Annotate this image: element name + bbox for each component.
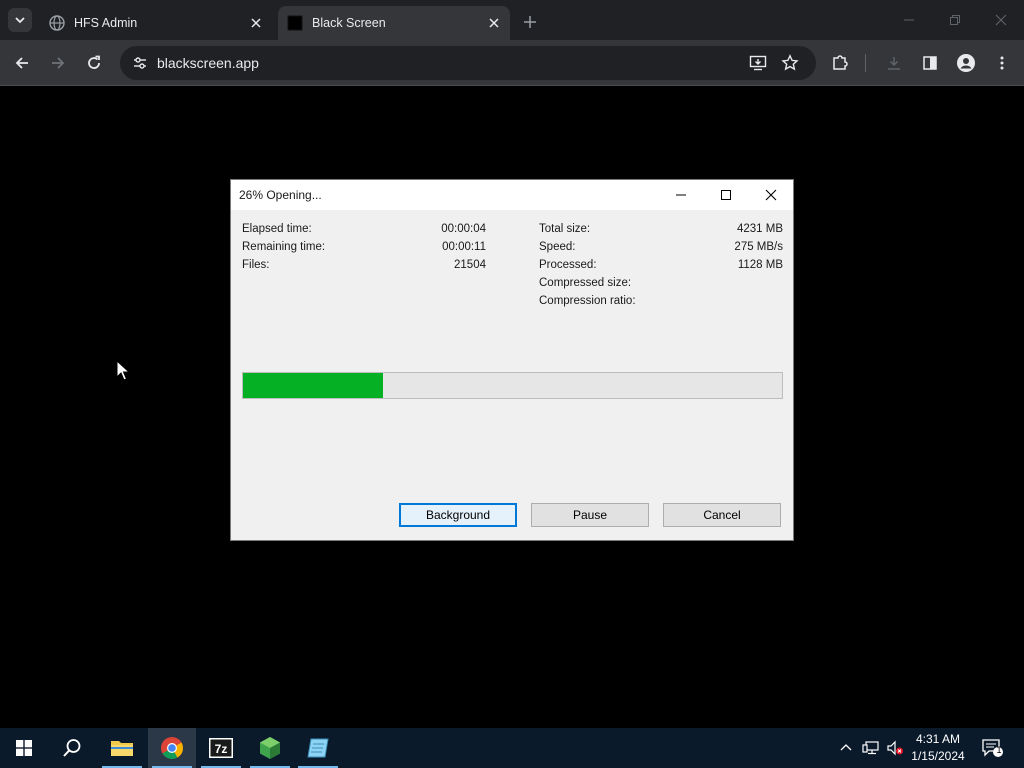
tab-title: HFS Admin [74,16,138,30]
reload-button[interactable] [80,49,108,77]
network-icon [862,741,879,755]
tab-hfs-admin[interactable]: HFS Admin [40,6,272,40]
taskbar-green-cube-app[interactable] [246,728,294,768]
windows-logo-icon [16,740,32,756]
total-size-value: 4231 MB [736,223,783,235]
speed-label: Speed: [539,241,576,253]
close-tab-icon[interactable] [484,13,504,33]
progress-bar [242,372,783,399]
elapsed-time-label: Elapsed time: [242,223,312,235]
window-minimize-button[interactable] [886,0,932,40]
chevron-up-icon [840,744,852,751]
action-center-button[interactable]: 1 [982,738,1004,758]
compression-ratio-label: Compression ratio: [539,295,636,307]
notification-count-badge: 1 [996,745,1002,755]
profile-button[interactable] [952,49,980,77]
tab-black-screen[interactable]: Black Screen [278,6,510,40]
volume-tray-button[interactable] [885,738,905,758]
close-icon [995,14,1007,26]
chevron-down-icon [15,17,25,24]
dialog-titlebar[interactable]: 26% Opening... [231,180,793,210]
search-icon [63,739,81,757]
background-button[interactable]: Background [399,503,517,527]
files-label: Files: [242,259,270,271]
install-app-icon[interactable] [746,51,770,75]
window-close-button[interactable] [978,0,1024,40]
extract-progress-dialog: 26% Opening... Elapsed time: 00:00:04 Re… [230,179,794,541]
chrome-menu-button[interactable] [988,49,1016,77]
maximize-icon [721,190,731,200]
processed-label: Processed: [539,259,597,271]
arrow-right-icon [52,57,65,69]
processed-value: 1128 MB [737,259,783,271]
back-button[interactable] [8,49,36,77]
dialog-close-button[interactable] [748,180,794,210]
arrow-left-icon [15,57,28,69]
search-button[interactable] [48,728,96,768]
site-settings-icon[interactable] [128,51,152,75]
reload-icon [88,55,100,69]
url-text: blackscreen.app [157,55,259,71]
side-panel-button[interactable] [916,49,944,77]
close-tab-icon[interactable] [246,13,266,33]
taskbar-clock[interactable]: 4:31 AM 1/15/2024 [906,731,970,765]
dialog-title: 26% Opening... [239,188,322,202]
remaining-time-value: 00:00:11 [442,241,486,253]
tab-title: Black Screen [312,16,386,30]
elapsed-time-value: 00:00:04 [441,223,486,235]
puzzle-piece-icon [833,55,848,70]
pause-button[interactable]: Pause [531,503,649,527]
avatar-icon [957,54,975,72]
show-hidden-icons-button[interactable] [836,738,856,758]
volume-muted-icon [887,740,903,756]
black-square-favicon-icon [287,15,303,31]
cancel-button[interactable]: Cancel [663,503,781,527]
notepad-app-icon [307,738,329,758]
toolbar-separator [865,54,866,72]
side-panel-icon [923,56,937,70]
file-explorer-icon [111,741,133,756]
taskbar-chrome[interactable] [148,728,196,768]
download-icon [888,57,900,70]
downloads-button[interactable] [880,49,908,77]
globe-icon [49,15,65,31]
address-bar[interactable]: blackscreen.app [120,46,816,80]
plus-icon [524,16,536,28]
remaining-time-label: Remaining time: [242,241,326,253]
tab-search-button[interactable] [8,8,32,32]
window-restore-button[interactable] [932,0,978,40]
bookmark-star-icon[interactable] [778,51,802,75]
minimize-icon [904,19,914,21]
taskbar-7zip[interactable]: 7z [197,728,245,768]
mouse-cursor-icon [116,360,130,381]
svg-text:7z: 7z [215,742,228,756]
progress-bar-fill [243,373,384,398]
taskbar-file-explorer[interactable] [98,728,146,768]
speed-value: 275 MB/s [734,241,783,253]
new-tab-button[interactable] [518,10,542,34]
forward-button[interactable] [44,49,72,77]
windows-taskbar: 7z 4:31 AM 1/15/2024 1 [0,728,1024,768]
clock-time: 4:31 AM [915,732,961,746]
restore-icon [950,15,960,25]
7zip-icon: 7z [209,738,233,758]
start-button[interactable] [0,728,48,768]
close-icon [765,189,777,201]
clock-date: 1/15/2024 [911,749,965,763]
compressed-size-label: Compressed size: [539,277,632,289]
taskbar-notepad-app[interactable] [294,728,342,768]
files-value: 21504 [454,259,486,271]
browser-tab-strip: HFS Admin Black Screen [0,0,1024,40]
total-size-label: Total size: [539,223,591,235]
network-tray-button[interactable] [861,738,881,758]
chrome-icon [161,737,183,759]
dialog-minimize-button[interactable] [658,180,704,210]
green-cube-app-icon [260,737,280,759]
dialog-maximize-button[interactable] [703,180,749,210]
minimize-icon [676,194,686,196]
browser-toolbar: blackscreen.app [0,40,1024,86]
kebab-menu-icon [1000,56,1004,70]
extensions-button[interactable] [826,49,854,77]
